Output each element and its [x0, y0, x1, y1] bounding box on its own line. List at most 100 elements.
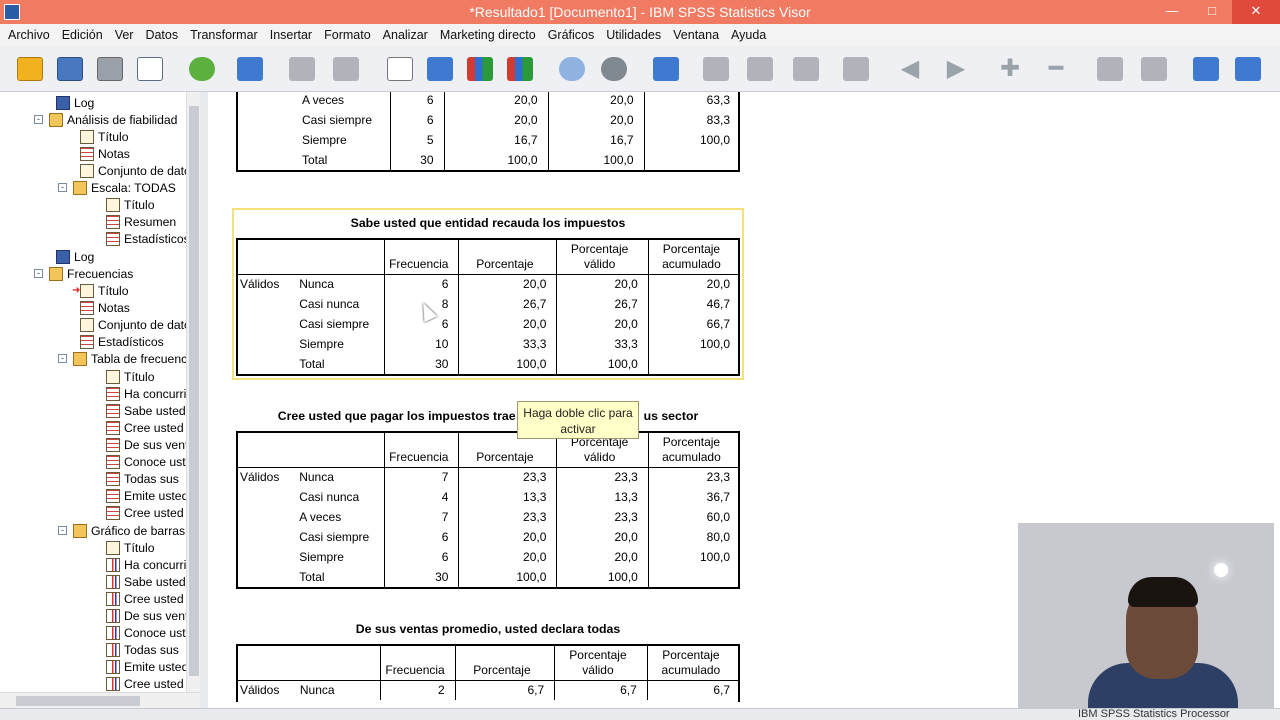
collapse-toggle-icon[interactable]: -	[58, 526, 67, 535]
outline-item[interactable]: Título	[106, 368, 154, 385]
outline-item[interactable]: Sabe usted	[106, 573, 186, 590]
outline-item[interactable]: Estadísticos	[106, 230, 186, 247]
menu-item-insertar[interactable]: Insertar	[264, 24, 318, 46]
outline-item[interactable]: Cree usted	[106, 590, 184, 607]
close-button[interactable]: ✕	[1232, 0, 1280, 24]
goto-variable-icon[interactable]	[424, 54, 456, 84]
outline-item-label: Notas	[98, 147, 130, 161]
weight-cases-icon[interactable]	[504, 54, 536, 84]
insert-heading-icon[interactable]	[700, 54, 732, 84]
menu-item-ver[interactable]: Ver	[109, 24, 140, 46]
menu-item-marketing-directo[interactable]: Marketing directo	[434, 24, 542, 46]
outline-item[interactable]: Notas	[80, 145, 130, 162]
minimize-button[interactable]: —	[1152, 0, 1192, 24]
menu-item-archivo[interactable]: Archivo	[2, 24, 56, 46]
outline-item[interactable]: ➜Título	[80, 282, 128, 299]
outline-item[interactable]: Conoce usted	[106, 453, 186, 470]
outline-item[interactable]: Conjunto de datos	[80, 162, 186, 179]
promote-plus-icon[interactable]: ✚	[994, 54, 1026, 84]
hide-icon[interactable]	[598, 54, 630, 84]
open-folder-icon-glyph	[17, 57, 43, 81]
table-title-text: Cree usted que pagar los impuestos trae	[278, 409, 516, 423]
forward-arrow-icon[interactable]: ▶	[940, 54, 972, 84]
outline-item-label: Título	[124, 541, 154, 555]
outline-item[interactable]: Todas sus	[106, 470, 179, 487]
outline-vertical-scrollbar[interactable]	[186, 92, 200, 692]
outline-item[interactable]: Cree usted	[106, 675, 184, 692]
show-all-icon[interactable]	[556, 54, 588, 84]
outline-item[interactable]: De sus ventas	[106, 436, 186, 453]
insert-title-icon[interactable]	[744, 54, 776, 84]
outline-item[interactable]: Conjunto de datos	[80, 316, 186, 333]
table-icon	[80, 147, 94, 161]
outline-item[interactable]: -Frecuencias	[34, 265, 133, 282]
outline-item[interactable]: Título	[106, 539, 154, 556]
print-preview-icon[interactable]	[134, 54, 166, 84]
back-arrow-icon[interactable]: ◀	[894, 54, 926, 84]
menu-item-transformar[interactable]: Transformar	[184, 24, 264, 46]
outline-item[interactable]: Emite usted	[106, 487, 186, 504]
save-icon[interactable]	[54, 54, 86, 84]
export-icon[interactable]	[186, 54, 218, 84]
goto-data-icon[interactable]	[234, 54, 266, 84]
insert-text-icon[interactable]	[790, 54, 822, 84]
outline-item[interactable]: Ha concurrido	[106, 556, 186, 573]
collapse-toggle-icon[interactable]: -	[58, 354, 67, 363]
outline-item-label: Escala: TODAS	[91, 181, 176, 195]
collapse-toggle-icon[interactable]: -	[34, 115, 43, 124]
expand-icon[interactable]	[1094, 54, 1126, 84]
menu-item-utilidades[interactable]: Utilidades	[600, 24, 667, 46]
promote-plus-icon-glyph: ✚	[1000, 54, 1020, 84]
outline-item[interactable]: Resumen	[106, 213, 176, 230]
open-folder-icon[interactable]	[14, 54, 46, 84]
doc-icon	[80, 130, 94, 144]
outline-item[interactable]: -Tabla de frecuencia	[58, 350, 186, 367]
outline-item[interactable]: Ha concurrido	[106, 385, 186, 402]
outline-item[interactable]: Estadísticos	[80, 333, 164, 350]
insert-chart-icon[interactable]	[840, 54, 872, 84]
outline-item[interactable]: De sus ventas	[106, 607, 186, 624]
outline-item[interactable]: Todas sus	[106, 641, 179, 658]
select-cases-icon[interactable]	[464, 54, 496, 84]
outline-item[interactable]: Log	[56, 94, 94, 111]
outline-item[interactable]: Cree usted	[106, 504, 184, 521]
designated-window-icon[interactable]	[1190, 54, 1222, 84]
scrollbar-thumb[interactable]	[16, 696, 140, 706]
collapse-icon[interactable]	[1138, 54, 1170, 84]
table-icon	[106, 506, 120, 520]
scrollbar-thumb[interactable]	[189, 106, 199, 676]
outline-item[interactable]: Título	[106, 196, 154, 213]
menu-item-ayuda[interactable]: Ayuda	[725, 24, 772, 46]
redo-icon[interactable]	[330, 54, 362, 84]
outline-item[interactable]: Título	[80, 128, 128, 145]
maximize-button[interactable]: □	[1192, 0, 1232, 24]
split-icon[interactable]	[650, 54, 682, 84]
menu-item-analizar[interactable]: Analizar	[377, 24, 434, 46]
menu-item-gráficos[interactable]: Gráficos	[542, 24, 601, 46]
outline-item-label: Emite usted	[124, 660, 186, 674]
outline-item[interactable]: Log	[56, 248, 94, 265]
menu-item-formato[interactable]: Formato	[318, 24, 377, 46]
outline-item[interactable]: -Análisis de fiabilidad	[34, 111, 177, 128]
undo-icon[interactable]	[286, 54, 318, 84]
collapse-toggle-icon[interactable]: -	[58, 183, 67, 192]
outline-item[interactable]: - Escala: TODAS	[58, 179, 176, 196]
outline-horizontal-scrollbar[interactable]	[0, 692, 200, 708]
outline-item[interactable]: Conoce usted	[106, 624, 186, 641]
outline-item[interactable]: -Gráfico de barras	[58, 522, 185, 539]
menu-item-datos[interactable]: Datos	[139, 24, 184, 46]
outline-item[interactable]: Notas	[80, 299, 130, 316]
print-icon-glyph	[97, 57, 123, 81]
other-icon[interactable]	[1232, 54, 1264, 84]
print-icon[interactable]	[94, 54, 126, 84]
outline-item[interactable]: Cree usted	[106, 419, 184, 436]
outline-item-label: Cree usted	[124, 421, 184, 435]
collapse-toggle-icon[interactable]: -	[34, 269, 43, 278]
goto-output-icon[interactable]	[384, 54, 416, 84]
pane-splitter[interactable]	[200, 92, 208, 708]
demote-minus-icon[interactable]: ━	[1040, 54, 1072, 84]
outline-item[interactable]: Emite usted	[106, 658, 186, 675]
outline-item[interactable]: Sabe usted	[106, 402, 186, 419]
menu-item-ventana[interactable]: Ventana	[667, 24, 725, 46]
menu-item-edición[interactable]: Edición	[56, 24, 109, 46]
